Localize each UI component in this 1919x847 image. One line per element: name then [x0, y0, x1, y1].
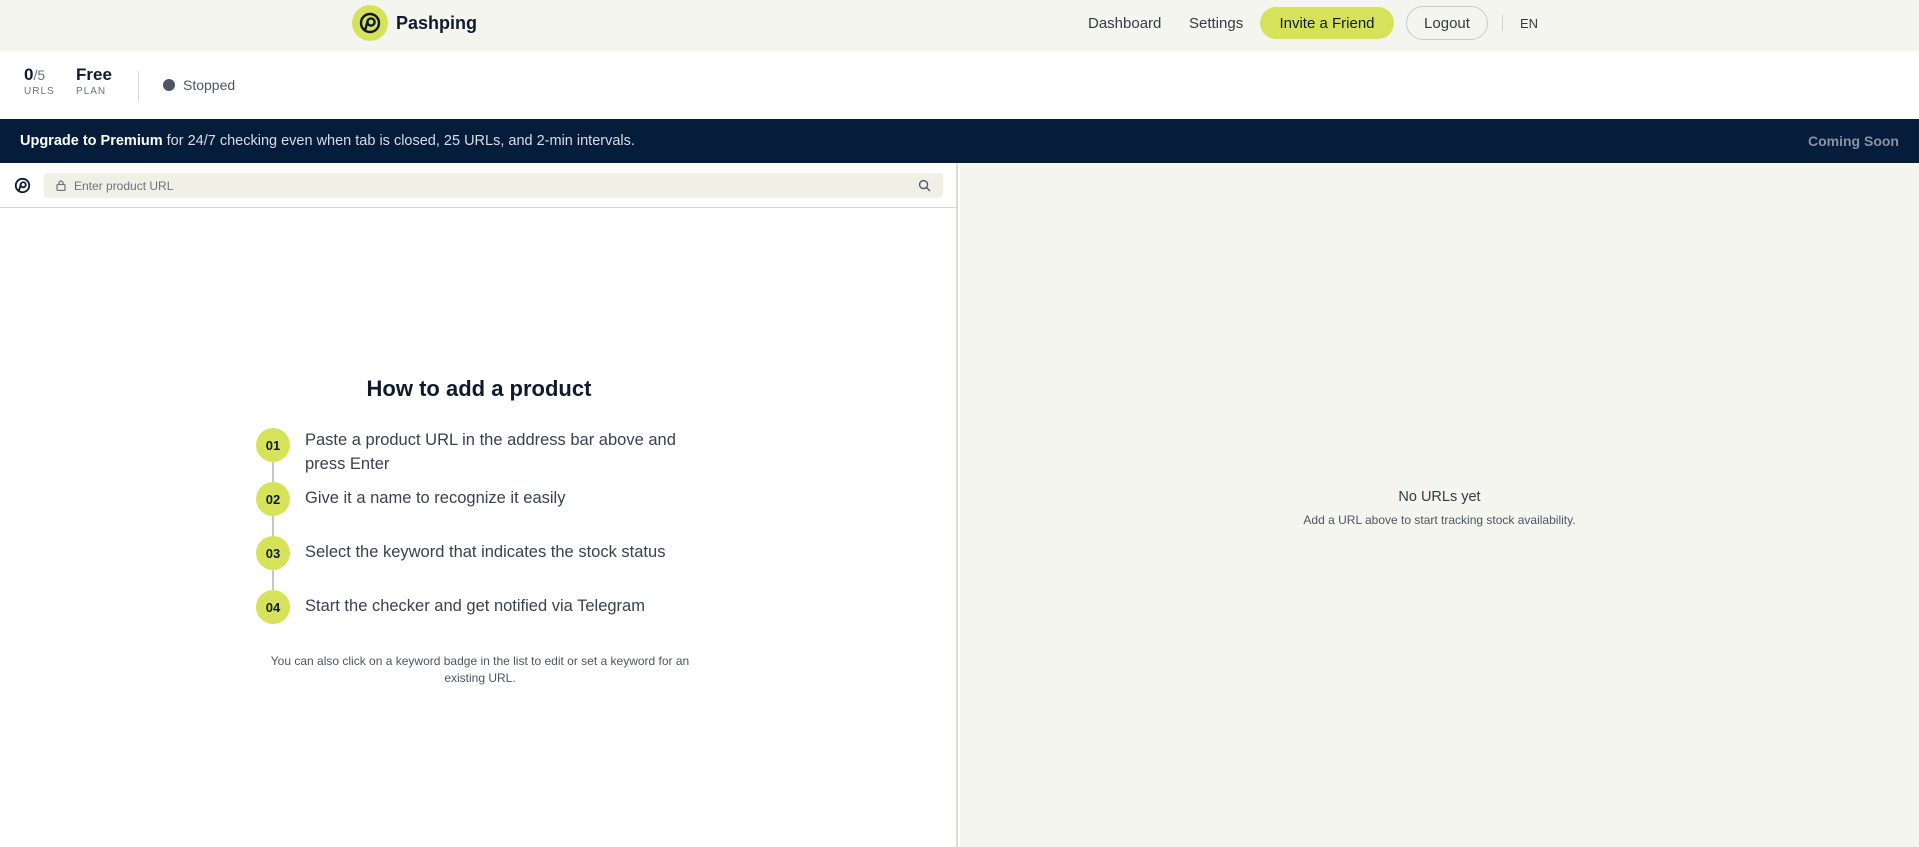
- logout-button[interactable]: Logout: [1406, 6, 1488, 40]
- nav-settings-link[interactable]: Settings: [1189, 15, 1243, 32]
- banner-highlight: Upgrade to Premium: [20, 133, 163, 149]
- checker-status: Stopped: [163, 77, 235, 93]
- plan-stat: Free PLAN: [76, 65, 112, 97]
- banner-text: for 24/7 checking even when tab is close…: [162, 133, 635, 149]
- nav-dashboard-link[interactable]: Dashboard: [1088, 15, 1161, 32]
- how-to-note: You can also click on a keyword badge in…: [270, 654, 690, 685]
- step-text: Give it a name to recognize it easily: [305, 489, 566, 507]
- how-to-title: How to add a product: [366, 376, 592, 401]
- right-panel: No URLs yet Add a URL above to start tra…: [960, 163, 1919, 847]
- coming-soon-label: Coming Soon: [1808, 133, 1899, 149]
- step-number: 01: [256, 428, 290, 462]
- step-connector: [272, 570, 274, 590]
- step-item: 03 Select the keyword that indicates the…: [256, 536, 705, 570]
- step-number: 04: [256, 590, 290, 624]
- step-number: 02: [256, 482, 290, 516]
- plan-value: Free: [76, 65, 112, 84]
- left-panel: How to add a product 01 Paste a product …: [0, 163, 958, 847]
- pashping-mini-logo-icon: [14, 177, 31, 194]
- step-text: Start the checker and get notified via T…: [305, 597, 645, 615]
- banner-message: Upgrade to Premium for 24/7 checking eve…: [20, 133, 635, 149]
- step-connector: [272, 516, 274, 536]
- step-item: 01 Paste a product URL in the address ba…: [256, 428, 705, 476]
- urls-max: /5: [33, 67, 46, 83]
- nav-divider: [1502, 15, 1503, 31]
- step-item: 04 Start the checker and get notified vi…: [256, 590, 705, 624]
- url-bar-row: [0, 163, 958, 208]
- empty-state-subtitle: Add a URL above to start tracking stock …: [1303, 513, 1576, 527]
- invite-friend-button[interactable]: Invite a Friend: [1260, 7, 1394, 39]
- status-dot-icon: [163, 79, 175, 91]
- brand-name: Pashping: [396, 12, 478, 33]
- brand[interactable]: Pashping: [352, 5, 477, 41]
- status-label: Stopped: [183, 77, 236, 93]
- urls-stat: 0/5 URLS: [24, 65, 55, 97]
- step-item: 02 Give it a name to recognize it easily: [256, 482, 705, 516]
- empty-state-title: No URLs yet: [1398, 489, 1481, 505]
- search-icon[interactable]: [918, 179, 931, 192]
- language-selector[interactable]: EN: [1520, 16, 1538, 31]
- pashping-logo-icon: [352, 5, 388, 41]
- step-text: Paste a product URL in the address bar a…: [305, 431, 676, 473]
- step-number: 03: [256, 536, 290, 570]
- premium-banner: Upgrade to Premium for 24/7 checking eve…: [0, 119, 1919, 163]
- product-url-input[interactable]: [74, 173, 904, 198]
- stats-divider: [138, 71, 139, 101]
- stats-bar: 0/5 URLS Free PLAN Stopped: [0, 51, 1919, 119]
- plan-caption: PLAN: [76, 86, 107, 97]
- lock-icon: [56, 180, 66, 191]
- step-text: Select the keyword that indicates the st…: [305, 543, 666, 561]
- top-navbar: Pashping Dashboard Settings Invite a Fri…: [0, 0, 1919, 51]
- url-bar[interactable]: [44, 173, 943, 198]
- urls-caption: URLS: [24, 86, 55, 97]
